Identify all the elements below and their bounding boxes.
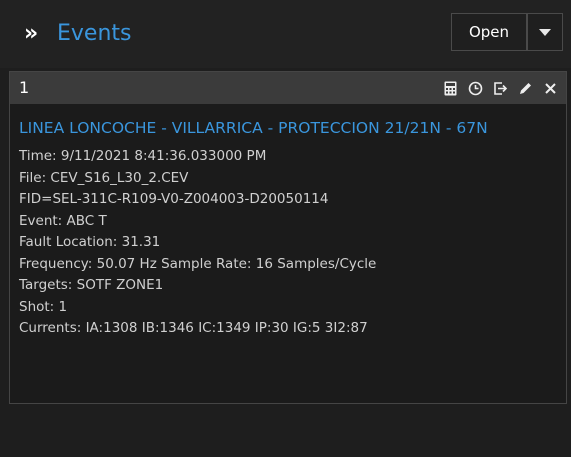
event-targets: Targets: SOTF ZONE1	[19, 277, 164, 293]
pencil-icon[interactable]	[517, 80, 533, 96]
event-number: 1	[19, 78, 30, 97]
open-dropdown-button[interactable]	[527, 13, 563, 51]
events-header: » Events Open	[0, 0, 571, 68]
event-shot: Shot: 1	[19, 298, 68, 315]
chevron-down-icon	[539, 28, 551, 36]
page-title: Events	[57, 21, 132, 46]
event-title[interactable]: LINEA LONCOCHE - VILLARRICA - PROTECCION…	[19, 116, 560, 141]
frequency-sample-rate: Frequency: 50.07 Hz Sample Rate: 16 Samp…	[19, 255, 377, 272]
export-icon[interactable]	[492, 80, 508, 96]
clock-icon[interactable]	[467, 80, 483, 96]
event-type: Event: ABC T	[19, 212, 107, 229]
calculator-icon[interactable]	[442, 80, 458, 96]
open-button[interactable]: Open	[451, 13, 527, 51]
close-icon[interactable]	[542, 80, 558, 96]
event-time: Time: 9/11/2021 8:41:36.033000 PM	[19, 148, 267, 164]
event-panel-toolbar: 1	[10, 72, 566, 104]
event-details: LINEA LONCOCHE - VILLARRICA - PROTECCION…	[19, 116, 560, 340]
double-chevron-icon[interactable]: »	[24, 22, 38, 46]
event-panel: 1 LINEA LONCOCHE - VILLARRICA - PROTECCI…	[9, 71, 567, 404]
event-tools	[442, 78, 558, 98]
event-file: File: CEV_S16_L30_2.CEV	[19, 169, 189, 186]
event-currents: Currents: IA:1308 IB:1346 IC:1349 IP:30 …	[19, 320, 368, 336]
fault-location: Fault Location: 31.31	[19, 234, 161, 250]
event-fid: FID=SEL-311C-R109-V0-Z004003-D20050114	[19, 191, 329, 207]
